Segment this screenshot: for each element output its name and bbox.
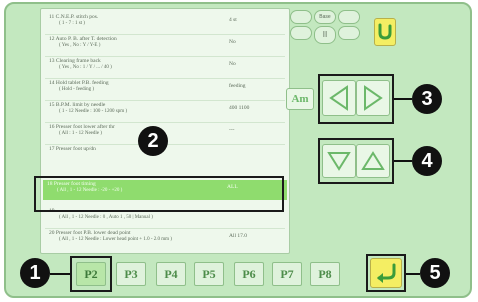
return-button-bottom[interactable] — [370, 258, 402, 288]
page-right-button[interactable] — [356, 80, 390, 116]
up-triangle-icon — [361, 151, 385, 170]
callout-leader-5 — [406, 273, 420, 275]
item-name: 17 Presser foot up/dn — [49, 146, 96, 152]
item-name: 13 Clearing frame back — [49, 58, 101, 64]
list-item[interactable]: 12 Auto P. B. after T. detection ( Yes ,… — [45, 35, 285, 55]
tab-p6[interactable]: P6 — [234, 262, 264, 286]
item-range: ( All : 1 - 12 Needle ) — [59, 131, 102, 136]
right-triangle-icon — [364, 85, 383, 111]
item-value: 4 st — [229, 17, 237, 23]
list-item[interactable]: 14 Hold tablet P.B. feeding ( Hold - fee… — [45, 79, 285, 99]
base-status-oval[interactable]: Base — [314, 10, 336, 24]
status-oval-right-lower — [338, 26, 360, 40]
tab-p8[interactable]: P8 — [310, 262, 340, 286]
callout-badge-3: 3 — [412, 84, 442, 114]
tab-p7[interactable]: P7 — [272, 262, 302, 286]
scroll-up-button[interactable] — [356, 144, 390, 178]
left-triangle-icon — [329, 85, 348, 111]
item-range: ( All , 1 - 12 Needle : Lower head point… — [59, 237, 172, 242]
item-name: 16 Presser foot lower after thr — [49, 124, 115, 130]
status-oval-right — [338, 10, 360, 24]
item-range: ( Hold - feeding ) — [59, 87, 94, 92]
enter-return-icon — [377, 263, 396, 283]
tab-p5[interactable]: P5 — [194, 262, 224, 286]
list-item[interactable]: 15 B.P.M. limit by needle ( 1 - 12 Needl… — [45, 101, 285, 121]
u-turn-return-icon — [378, 23, 392, 40]
item-range: ( Yes , No : 1 / Y / ... / 40 ) — [59, 65, 112, 70]
item-name: 20 Presser foot P.B. lower dead point — [49, 230, 131, 236]
item-range: ( 1 - 7 : 1 st ) — [59, 21, 85, 26]
item-value: 400 1100 — [229, 105, 250, 111]
list-item[interactable]: 11 C.N.E.P. stitch pos. ( 1 - 7 : 1 st )… — [45, 13, 285, 33]
callout-frame-selected-row — [34, 176, 284, 212]
scroll-down-button[interactable] — [322, 144, 356, 178]
item-value: No — [229, 61, 236, 67]
callout-leader-4 — [394, 160, 412, 162]
callout-leader-1 — [50, 273, 70, 275]
item-value: --- — [229, 127, 235, 133]
page-left-button[interactable] — [322, 80, 356, 116]
tab-p4[interactable]: P4 — [156, 262, 186, 286]
list-item[interactable]: 20 Presser foot P.B. lower dead point ( … — [45, 229, 285, 249]
pause-button[interactable]: II — [314, 26, 336, 44]
tab-p3[interactable]: P3 — [116, 262, 146, 286]
item-name: 11 C.N.E.P. stitch pos. — [49, 14, 99, 20]
item-name: 15 B.P.M. limit by needle — [49, 102, 106, 108]
callout-badge-4: 4 — [412, 146, 442, 176]
item-name: 14 Hold tablet P.B. feeding — [49, 80, 109, 86]
item-name: 12 Auto P. B. after T. detection — [49, 36, 117, 42]
callout-frame-tab-p2 — [70, 256, 112, 292]
status-oval-left — [290, 10, 312, 24]
down-triangle-icon — [327, 152, 351, 171]
item-range: ( Yes , No : Y / Y-E ) — [59, 43, 101, 48]
callout-leader-3 — [394, 98, 412, 100]
status-oval-left-lower — [290, 26, 312, 40]
callout-badge-5: 5 — [420, 258, 450, 288]
item-value: No — [229, 39, 236, 45]
callout-badge-2: 2 — [138, 126, 168, 156]
list-item[interactable]: 13 Clearing frame back ( Yes , No : 1 / … — [45, 57, 285, 77]
callout-badge-1: 1 — [20, 258, 50, 288]
item-range: ( All , 1 - 12 Needle : 0 , Auto 1 , 50 … — [59, 215, 153, 220]
item-value: feeding — [229, 83, 246, 89]
item-range: ( 1 - 12 Needle : 100 - 1200 spm ) — [59, 109, 128, 114]
item-value: All 17.0 — [229, 233, 248, 239]
return-button-top[interactable] — [374, 18, 396, 46]
am-button[interactable]: Am — [286, 88, 314, 110]
